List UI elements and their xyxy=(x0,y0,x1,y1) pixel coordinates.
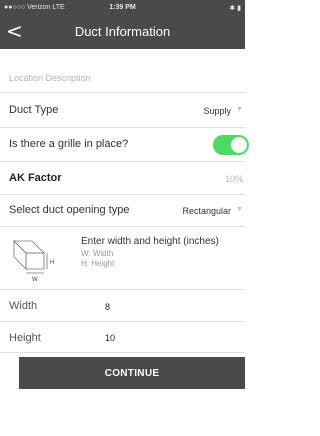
page-title: Duct Information xyxy=(74,24,171,39)
continue-button[interactable]: CONTINUE xyxy=(19,357,245,389)
width-hint: W: Width xyxy=(81,249,114,258)
ak-factor-value: 10% xyxy=(224,174,243,184)
width-field[interactable]: Width 8 xyxy=(0,290,245,322)
opening-type-select[interactable]: Select duct opening type Rectangular ▼ xyxy=(0,195,245,227)
height-hint: H: Height xyxy=(81,259,115,268)
chevron-down-icon: ▼ xyxy=(236,106,243,113)
location-description-placeholder: Location Description xyxy=(9,73,91,83)
dimension-diagram-row: H W Enter width and height (inches) W: W… xyxy=(0,227,245,290)
opening-type-label: Select duct opening type xyxy=(9,204,130,216)
clock: 1:39 PM xyxy=(109,4,136,11)
duct-type-label: Duct Type xyxy=(9,104,59,116)
battery-icon: ✱ ▮ xyxy=(229,4,241,12)
diagram-title: Enter width and height (inches) xyxy=(81,236,219,247)
width-value: 8 xyxy=(105,302,111,312)
duct-box-icon: H W xyxy=(13,240,54,283)
grille-toggle[interactable] xyxy=(213,135,249,155)
duct-type-value: Supply xyxy=(203,106,231,116)
opening-type-value: Rectangular xyxy=(182,206,231,216)
height-label: Height xyxy=(9,332,41,344)
toggle-knob xyxy=(231,137,247,153)
grille-label: Is there a grille in place? xyxy=(9,138,129,150)
nav-bar: < Duct Information xyxy=(0,15,245,49)
ak-factor-label: AK Factor xyxy=(9,172,62,184)
width-label: Width xyxy=(9,300,38,312)
duct-type-select[interactable]: Duct Type Supply ▼ xyxy=(0,93,245,128)
location-description-field[interactable]: Location Description xyxy=(0,62,245,93)
grille-row: Is there a grille in place? xyxy=(0,128,249,162)
height-symbol: H xyxy=(50,260,54,266)
height-value: 10 xyxy=(105,333,116,343)
chevron-down-icon: ▼ xyxy=(236,206,243,213)
height-field[interactable]: Height 10 xyxy=(0,322,245,353)
ak-factor-row[interactable]: AK Factor 10% xyxy=(0,162,245,195)
status-bar: ●●○○○ Verizon LTE 1:39 PM ✱ ▮ xyxy=(0,0,245,15)
width-symbol: W xyxy=(32,277,38,283)
